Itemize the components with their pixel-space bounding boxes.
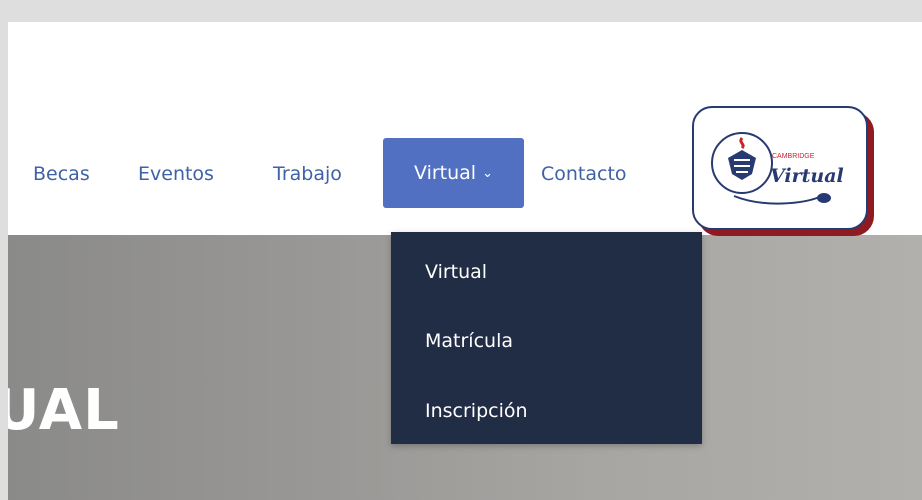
- cambridge-virtual-logo[interactable]: CAMBRIDGE Virtual: [692, 106, 868, 230]
- dropdown-item-virtual[interactable]: Virtual: [425, 261, 487, 283]
- virtual-dropdown-menu: Virtual Matrícula Inscripción: [391, 232, 702, 444]
- dropdown-item-inscripcion[interactable]: Inscripción: [425, 400, 528, 422]
- nav-item-becas[interactable]: Becas: [33, 163, 90, 185]
- nav-item-eventos[interactable]: Eventos: [138, 163, 214, 185]
- page: UAL Becas Eventos Trabajo Virtual ⌄ Cont…: [8, 22, 922, 500]
- nav-item-virtual-label: Virtual: [414, 162, 477, 184]
- hero-title: UAL: [8, 378, 120, 443]
- dropdown-item-matricula[interactable]: Matrícula: [425, 330, 513, 352]
- nav-item-virtual[interactable]: Virtual ⌄: [383, 138, 524, 208]
- logo-text-top: CAMBRIDGE: [772, 153, 815, 160]
- nav-item-contacto[interactable]: Contacto: [541, 163, 627, 185]
- logo-text-main: Virtual: [770, 165, 844, 187]
- chevron-down-icon: ⌄: [482, 165, 493, 181]
- computer-mouse-icon: [817, 193, 831, 203]
- nav-item-trabajo[interactable]: Trabajo: [273, 163, 342, 185]
